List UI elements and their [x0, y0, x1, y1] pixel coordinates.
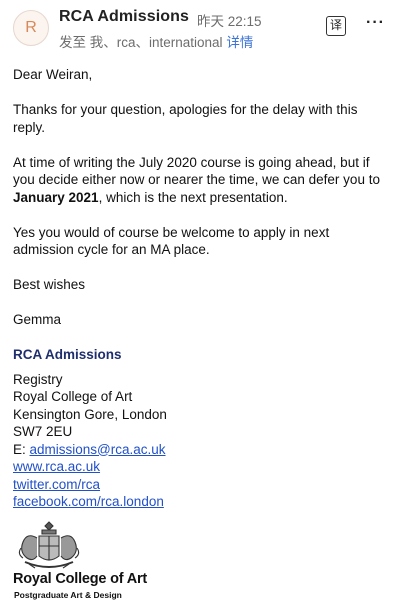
signature-registry: Registry — [13, 371, 63, 387]
sent-time: 昨天 22:15 — [197, 14, 262, 29]
rca-logo: Royal College of Art Postgraduate Art & … — [13, 518, 213, 603]
greeting: Dear Weiran, — [13, 67, 93, 82]
email-prefix: E: — [13, 441, 30, 457]
deferral-text-end: , which is the next presentation. — [98, 189, 288, 205]
logo-subtitle: Postgraduate Art & Design — [14, 590, 122, 600]
email-body: Dear Weiran, Thanks for your question, a… — [13, 66, 393, 511]
paragraph-apply: Yes you would of course be welcome to ap… — [13, 224, 330, 258]
sender-name[interactable]: RCA Admissions — [59, 8, 189, 26]
email-header: R RCA Admissions 昨天 22:15 发至 我、rca、inter… — [0, 0, 404, 58]
twitter-link[interactable]: twitter.com/rca — [13, 477, 100, 492]
signature-institution: Royal College of Art — [13, 389, 133, 404]
sender-avatar[interactable]: R — [13, 10, 49, 46]
paragraph-apology: Thanks for your question, apologies for … — [13, 102, 358, 135]
deferral-date: January 2021 — [13, 189, 99, 205]
recipients-text: 发至 我、rca、international — [59, 35, 223, 50]
translate-icon[interactable]: 译 — [326, 16, 346, 36]
recipients-line: 发至 我、rca、international 详情 — [59, 31, 253, 51]
signature-email-line: E: admissions@rca.ac.uk — [13, 441, 393, 459]
details-link[interactable]: 详情 — [226, 35, 253, 50]
admissions-email-link[interactable]: admissions@rca.ac.uk — [30, 442, 166, 457]
website-link[interactable]: www.rca.ac.uk — [13, 459, 100, 474]
more-options-icon[interactable]: ··· — [366, 14, 385, 32]
signature-address: Kensington Gore, London — [13, 406, 167, 422]
deferral-text-start: At time of writing the July 2020 course … — [13, 154, 380, 188]
signature-title: RCA Admissions — [13, 347, 122, 362]
facebook-link[interactable]: facebook.com/rca.london — [13, 494, 164, 509]
sender-first-name: Gemma — [13, 312, 62, 327]
crest-icon — [18, 521, 80, 569]
signoff: Best wishes — [13, 277, 86, 292]
signature-postcode: SW7 2EU — [13, 424, 73, 439]
logo-name: Royal College of Art — [13, 571, 148, 587]
paragraph-deferral: At time of writing the July 2020 course … — [13, 154, 393, 207]
